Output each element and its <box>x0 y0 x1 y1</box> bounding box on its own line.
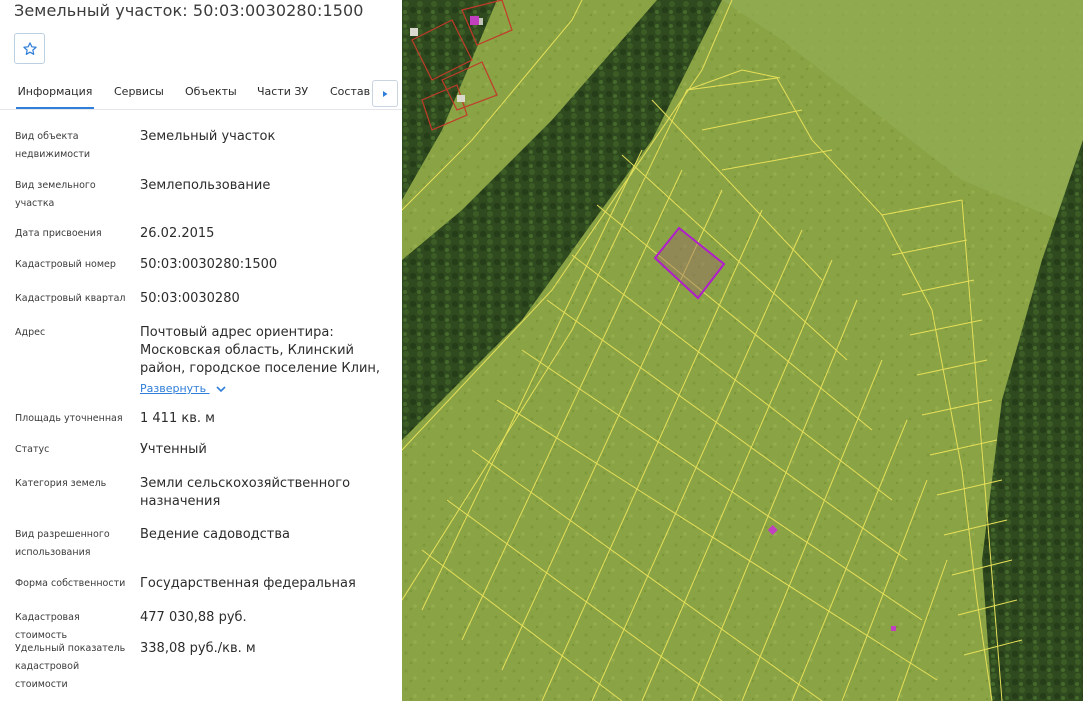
caret-right-icon <box>383 90 388 97</box>
field-label-specific-cost: Удельный показатель кадастровой стоимост… <box>15 643 126 690</box>
field-label-permitted-use: Вид разрешенного использования <box>15 529 110 558</box>
field-label-assign-date: Дата присвоения <box>15 228 102 239</box>
field-value-ownership: Государственная федеральная <box>140 576 356 591</box>
field-value-object-type: Земельный участок <box>140 129 276 144</box>
page-title: Земельный участок: 50:03:0030280:1500 <box>14 1 364 20</box>
tab-information[interactable]: Информация <box>16 78 94 109</box>
favorite-button[interactable] <box>14 33 45 64</box>
field-value-area: 1 411 кв. м <box>140 411 215 426</box>
field-value-permitted-use: Ведение садоводства <box>140 527 290 542</box>
tab-bar: Информация Сервисы Объекты Части ЗУ Сост… <box>0 78 402 110</box>
field-value-address: Почтовый адрес ориентира: Московская обл… <box>140 325 381 376</box>
tab-parts[interactable]: Части ЗУ <box>257 78 308 107</box>
info-panel: Земельный участок: 50:03:0030280:1500 Ин… <box>0 0 402 701</box>
tab-objects[interactable]: Объекты <box>185 78 237 107</box>
address-expand-label: Развернуть <box>140 382 207 395</box>
field-value-cadastral-quarter: 50:03:0030280 <box>140 291 240 306</box>
map-view[interactable] <box>402 0 1083 701</box>
chevron-down-icon <box>215 386 226 393</box>
parcel-marker[interactable] <box>891 626 896 631</box>
address-expand-link[interactable]: Развернуть <box>140 380 226 398</box>
field-label-land-category: Категория земель <box>15 478 107 489</box>
field-label-parcel-type: Вид земельного участка <box>15 180 96 209</box>
star-icon <box>22 41 37 55</box>
field-label-cadastral-number: Кадастровый номер <box>15 259 116 270</box>
field-value-assign-date: 26.02.2015 <box>140 226 215 241</box>
tab-services[interactable]: Сервисы <box>114 78 164 107</box>
field-label-ownership: Форма собственности <box>15 578 126 589</box>
field-label-cadastral-quarter: Кадастровый квартал <box>15 293 126 304</box>
field-value-parcel-type: Землепользование <box>140 178 271 193</box>
field-label-status: Статус <box>15 444 50 455</box>
field-value-status: Учтенный <box>140 442 207 457</box>
tab-composition[interactable]: Состав ЕЗП <box>330 78 372 107</box>
field-label-area: Площадь уточненная <box>15 413 123 424</box>
tabs-scroll-button[interactable] <box>372 80 398 107</box>
field-label-address: Адрес <box>15 327 46 338</box>
field-value-cadastral-cost: 477 030,88 руб. <box>140 610 247 625</box>
field-value-land-category: Земли сельскохозяйственного назначения <box>140 476 351 509</box>
house-roof <box>457 95 465 102</box>
field-label-object-type: Вид объекта недвижимости <box>15 131 91 160</box>
parcel-marker[interactable] <box>470 16 479 25</box>
field-value-cadastral-number: 50:03:0030280:1500 <box>140 257 278 272</box>
house-roof <box>410 28 418 36</box>
field-value-specific-cost: 338,08 руб./кв. м <box>140 641 256 656</box>
satellite-map[interactable] <box>402 0 1083 701</box>
